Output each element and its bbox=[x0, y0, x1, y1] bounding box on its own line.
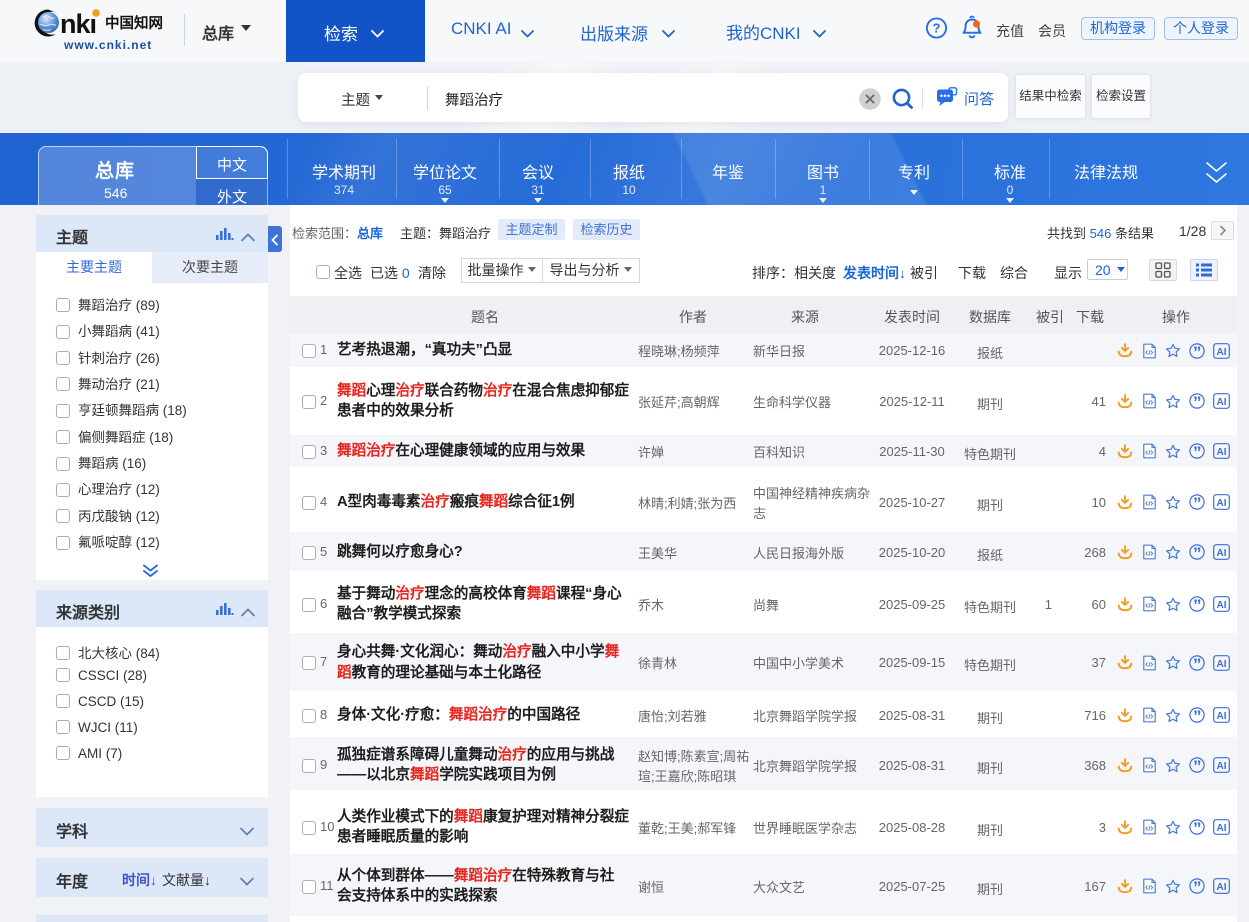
svg-text:”: ” bbox=[1193, 878, 1202, 894]
svg-text:”: ” bbox=[1193, 343, 1202, 359]
svg-text:”: ” bbox=[1193, 393, 1202, 409]
svg-text:AI: AI bbox=[1217, 498, 1227, 509]
svg-text:AI: AI bbox=[1217, 882, 1227, 893]
svg-text:”: ” bbox=[1193, 494, 1202, 510]
svg-text:”: ” bbox=[1193, 757, 1202, 773]
svg-text:AI: AI bbox=[1217, 397, 1227, 408]
svg-text:www.cnki.net: www.cnki.net bbox=[63, 38, 152, 52]
svg-text:AI: AI bbox=[1217, 659, 1227, 670]
svg-text:AI: AI bbox=[1217, 761, 1227, 772]
svg-text:AI: AI bbox=[1217, 548, 1227, 559]
svg-text:中国知网: 中国知网 bbox=[105, 14, 163, 32]
svg-text:”: ” bbox=[1193, 655, 1202, 671]
svg-text:”: ” bbox=[1193, 544, 1202, 560]
svg-text:”: ” bbox=[1193, 596, 1202, 612]
svg-text:nkı: nkı bbox=[60, 9, 96, 39]
svg-text:AI: AI bbox=[1217, 347, 1227, 358]
svg-text:AI: AI bbox=[1217, 600, 1227, 611]
svg-text:AI: AI bbox=[1217, 711, 1227, 722]
svg-text:AI: AI bbox=[1217, 447, 1227, 458]
svg-text:?: ? bbox=[933, 21, 941, 36]
svg-text:AI: AI bbox=[1217, 823, 1227, 834]
svg-text:”: ” bbox=[1193, 707, 1202, 723]
svg-text:”: ” bbox=[1193, 819, 1202, 835]
svg-text:”: ” bbox=[1193, 443, 1202, 459]
